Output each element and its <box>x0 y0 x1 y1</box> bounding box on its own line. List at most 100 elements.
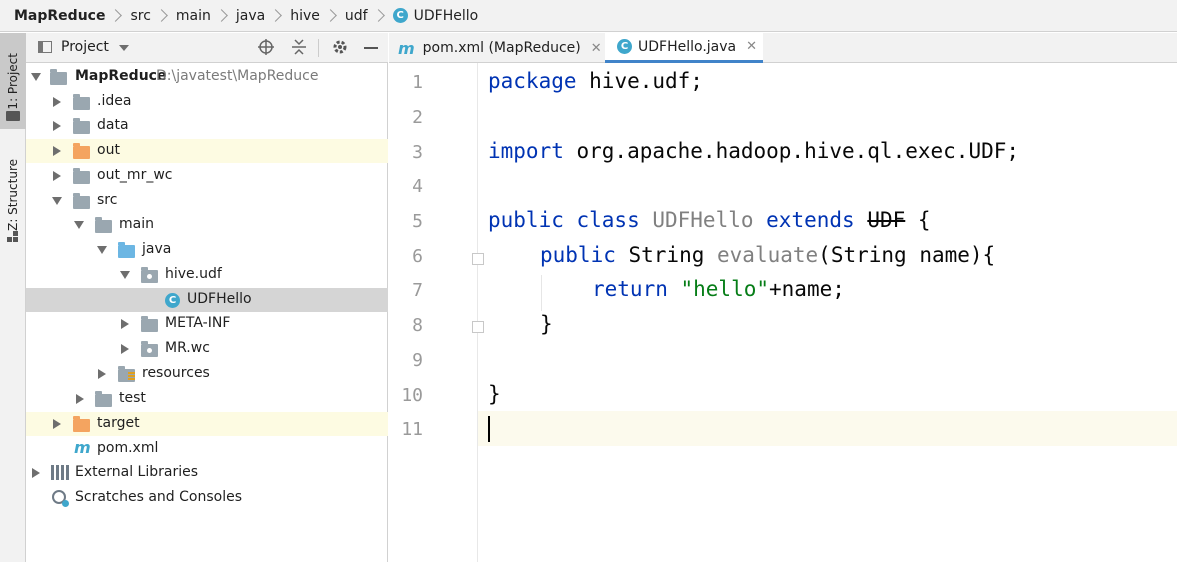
tree-item-label: java <box>142 241 172 257</box>
chevron-right-icon <box>215 9 228 22</box>
collapse-all-icon[interactable] <box>290 38 308 56</box>
line-number: 11 <box>401 419 423 440</box>
tree-item-label: out_mr_wc <box>97 167 173 183</box>
breadcrumb-item-udfhello[interactable]: UDFHello <box>414 8 479 24</box>
tool-tab-project[interactable]: 1: Project <box>0 33 26 129</box>
expand-arrow-icon[interactable] <box>74 221 84 229</box>
indent-guide <box>541 275 542 311</box>
resources-lines-icon <box>128 372 135 381</box>
collapse-arrow-icon[interactable] <box>53 419 61 429</box>
code-line-7: return "hello"+name; <box>592 277 845 301</box>
tree-item-java[interactable]: java <box>26 238 388 262</box>
expand-arrow-icon[interactable] <box>120 271 130 279</box>
collapse-arrow-icon[interactable] <box>32 468 40 478</box>
collapse-arrow-icon[interactable] <box>76 394 84 404</box>
gear-icon[interactable] <box>331 38 349 56</box>
code-line-8: } <box>540 312 553 336</box>
minimize-icon[interactable] <box>364 47 378 49</box>
tab-label: UDFHello.java <box>638 38 737 55</box>
tree-item-data[interactable]: data <box>26 114 388 138</box>
package-icon <box>141 267 158 283</box>
tab-label: pom.xml (MapReduce) <box>422 40 581 56</box>
tree-item-idea[interactable]: .idea <box>26 90 388 114</box>
chevron-right-icon <box>324 9 337 22</box>
tree-item-label: .idea <box>97 93 132 109</box>
folder-icon <box>141 316 158 332</box>
line-number: 4 <box>412 176 423 197</box>
collapse-arrow-icon[interactable] <box>98 369 106 379</box>
collapse-arrow-icon[interactable] <box>53 121 61 131</box>
breadcrumb: MapReduce src main java hive udf C UDFHe… <box>0 0 1177 32</box>
tree-item-label: pom.xml <box>97 440 159 456</box>
code-line-5: public class UDFHello extends UDF { <box>488 208 931 232</box>
tree-item-target[interactable]: target <box>26 412 388 436</box>
collapse-arrow-icon[interactable] <box>121 344 129 354</box>
tab-udfhello-java[interactable]: C UDFHello.java ✕ <box>605 33 763 63</box>
tree-item-test[interactable]: test <box>26 387 388 411</box>
code-line-3: import org.apache.hadoop.hive.ql.exec.UD… <box>488 139 1020 163</box>
tree-item-mapreduce[interactable]: MapReduce D:\javatest\MapReduce <box>26 65 388 89</box>
class-icon: C <box>392 8 408 23</box>
breadcrumb-item-udf[interactable]: udf <box>345 8 368 24</box>
line-number: 6 <box>412 246 423 267</box>
divider <box>318 39 319 57</box>
code-editor[interactable]: package hive.udf; import org.apache.hado… <box>478 63 1177 562</box>
tree-item-src[interactable]: src <box>26 189 388 213</box>
tree-item-mr-wc[interactable]: MR.wc <box>26 337 388 361</box>
code-line-6: public String evaluate(String name){ <box>540 243 996 267</box>
excluded-folder-icon <box>73 416 90 432</box>
close-icon[interactable]: ✕ <box>746 39 757 54</box>
collapse-arrow-icon[interactable] <box>121 319 129 329</box>
expand-arrow-icon[interactable] <box>31 73 41 81</box>
tool-window-stripe: 1: Project Z: Structure <box>0 33 26 562</box>
tree-item-label: out <box>97 142 120 158</box>
tree-item-label: Scratches and Consoles <box>75 489 242 505</box>
line-number: 9 <box>412 350 423 371</box>
chevron-right-icon <box>155 9 168 22</box>
package-icon <box>141 341 158 357</box>
tree-item-resources[interactable]: resources <box>26 362 388 386</box>
breadcrumb-item-mapreduce[interactable]: MapReduce <box>14 8 105 24</box>
project-view-title[interactable]: Project <box>61 39 109 55</box>
folder-icon <box>95 217 112 233</box>
tool-tab-structure[interactable]: Z: Structure <box>0 145 26 245</box>
structure-icon <box>7 231 19 243</box>
breadcrumb-item-java[interactable]: java <box>236 8 265 24</box>
tree-item-label: test <box>119 390 146 406</box>
tree-item-scratches[interactable]: Scratches and Consoles <box>26 486 388 510</box>
expand-arrow-icon[interactable] <box>97 246 107 254</box>
collapse-arrow-icon[interactable] <box>53 146 61 156</box>
breadcrumb-item-hive[interactable]: hive <box>290 8 320 24</box>
project-tree: MapReduce D:\javatest\MapReduce .idea da… <box>26 63 388 562</box>
tree-item-out[interactable]: out <box>26 139 388 163</box>
editor-gutter: 1 2 3 4 5 6 7 8 9 10 11 <box>389 63 484 562</box>
tree-item-external-libraries[interactable]: External Libraries <box>26 461 388 485</box>
collapse-arrow-icon[interactable] <box>53 97 61 107</box>
tree-item-main[interactable]: main <box>26 213 388 237</box>
line-number: 10 <box>401 385 423 406</box>
tool-tab-project-label: 1: Project <box>6 52 20 110</box>
tree-item-udfhello[interactable]: C UDFHello <box>26 288 388 312</box>
chevron-right-icon <box>269 9 283 22</box>
line-number: 3 <box>412 142 423 163</box>
tree-item-pom-xml[interactable]: m pom.xml <box>26 437 388 461</box>
close-icon[interactable]: ✕ <box>591 41 602 56</box>
tree-item-label: External Libraries <box>75 464 198 480</box>
breadcrumb-item-src[interactable]: src <box>130 8 150 24</box>
line-number: 5 <box>412 211 423 232</box>
folder-icon <box>73 94 90 110</box>
line-number: 8 <box>412 315 423 336</box>
maven-icon: m <box>74 438 91 457</box>
module-folder-icon <box>50 69 67 85</box>
line-number: 7 <box>412 280 423 301</box>
breadcrumb-item-main[interactable]: main <box>176 8 211 24</box>
tree-item-out-mr-wc[interactable]: out_mr_wc <box>26 164 388 188</box>
expand-arrow-icon[interactable] <box>52 197 62 205</box>
collapse-arrow-icon[interactable] <box>53 171 61 181</box>
chevron-down-icon[interactable] <box>119 45 129 51</box>
tree-item-hive-udf[interactable]: hive.udf <box>26 263 388 287</box>
locate-icon[interactable] <box>257 38 275 56</box>
source-folder-icon <box>118 242 135 258</box>
tree-item-meta-inf[interactable]: META-INF <box>26 312 388 336</box>
tab-pom-xml[interactable]: m pom.xml (MapReduce) ✕ <box>398 33 603 63</box>
